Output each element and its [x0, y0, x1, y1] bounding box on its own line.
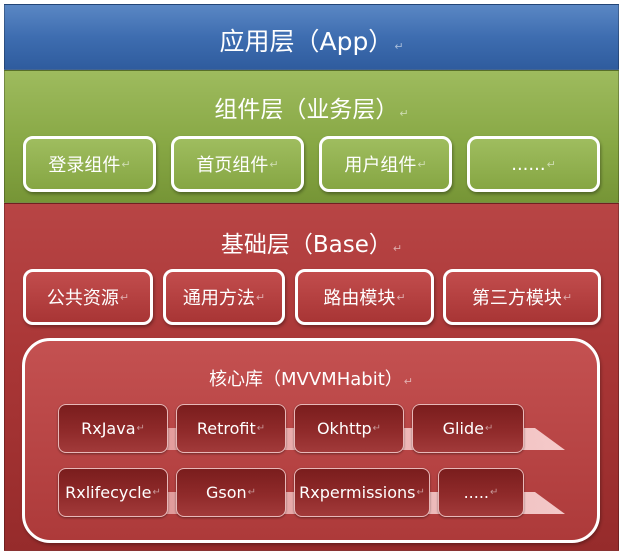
- core-library-box: 核心库（MVVMHabit）↵ RxJava ↵ Retrofit ↵ Okhttp…: [22, 338, 600, 543]
- lib-more: ..... ↵: [438, 468, 524, 517]
- paragraph-mark: ↵: [269, 157, 279, 171]
- paragraph-mark: ↵: [416, 487, 425, 498]
- lib-rxpermissions: Rxpermissions ↵: [294, 468, 430, 517]
- component-login: 登录组件 ↵: [23, 136, 156, 192]
- paragraph-mark: ↵: [490, 487, 499, 498]
- paragraph-mark: ↵: [394, 40, 404, 53]
- module-public-resources: 公共资源 ↵: [23, 269, 153, 325]
- paragraph-mark: ↵: [121, 157, 131, 171]
- app-layer-title: 应用层（App）↵: [219, 27, 404, 56]
- component-more: ...... ↵: [467, 136, 600, 192]
- paragraph-mark: ↵: [399, 107, 409, 120]
- paragraph-mark: ↵: [255, 290, 266, 304]
- component-layer-title: 组件层（业务层）↵: [214, 97, 409, 123]
- paragraph-mark: ↵: [247, 487, 257, 498]
- lib-rxlifecycle: Rxlifecycle ↵: [58, 468, 168, 517]
- module-router: 路由模块 ↵: [295, 269, 434, 325]
- paragraph-mark: ↵: [417, 157, 427, 171]
- base-layer: 基础层（Base）↵ 公共资源 ↵ 通用方法 ↵ 路由模块 ↵ 第三方模块 ↵ 核心库（…: [4, 203, 619, 551]
- component-home: 首页组件 ↵: [171, 136, 304, 192]
- paragraph-mark: ↵: [562, 290, 573, 304]
- paragraph-mark: ↵: [152, 487, 161, 498]
- paragraph-mark: ↵: [372, 423, 382, 434]
- core-library-title: 核心库（MVVMHabit）↵: [209, 369, 413, 390]
- lib-retrofit: Retrofit ↵: [176, 404, 286, 453]
- paragraph-mark: ↵: [392, 242, 403, 255]
- base-layer-title: 基础层（Base）↵: [220, 232, 403, 258]
- lib-rxjava: RxJava ↵: [58, 404, 168, 453]
- paragraph-mark: ↵: [396, 290, 406, 304]
- paragraph-mark: ↵: [119, 290, 130, 304]
- component-user: 用户组件 ↵: [319, 136, 452, 192]
- module-common-methods: 通用方法 ↵: [163, 269, 285, 325]
- paragraph-mark: ↵: [136, 423, 145, 434]
- paragraph-mark: ↵: [484, 423, 494, 434]
- paragraph-mark: ↵: [546, 157, 556, 171]
- paragraph-mark: ↵: [256, 423, 266, 434]
- lib-glide: Glide ↵: [412, 404, 524, 453]
- lib-okhttp: Okhttp ↵: [294, 404, 404, 453]
- paragraph-mark: ↵: [403, 375, 413, 388]
- module-third-party: 第三方模块 ↵: [443, 269, 601, 325]
- app-layer: 应用层（App）↵: [4, 4, 619, 70]
- component-layer: 组件层（业务层）↵ 登录组件 ↵ 首页组件 ↵ 用户组件 ↵ ...... ↵: [4, 70, 619, 203]
- lib-gson: Gson ↵: [176, 468, 286, 517]
